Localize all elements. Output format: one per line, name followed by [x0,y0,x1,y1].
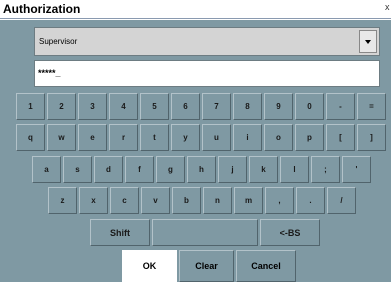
key-row2-8[interactable]: o [264,124,293,151]
key-row4-2[interactable]: c [110,187,139,214]
key-row3-2[interactable]: d [94,156,123,183]
key-row2-0[interactable]: q [16,124,45,151]
key-row3-8[interactable]: l [280,156,309,183]
key-row1-1[interactable]: 2 [47,93,76,120]
key-row1-11[interactable]: = [357,93,386,120]
key-row3-3[interactable]: f [125,156,154,183]
ok-button[interactable]: OK [122,250,177,282]
key-row3-10[interactable]: ' [342,156,371,183]
key-row2-10[interactable]: [ [326,124,355,151]
key-row1-9[interactable]: 0 [295,93,324,120]
key-row3-0[interactable]: a [32,156,61,183]
key-row4-4[interactable]: b [172,187,201,214]
key-row4-6[interactable]: m [234,187,263,214]
password-field[interactable]: *****_ [34,60,380,87]
key-row2-4[interactable]: t [140,124,169,151]
key-row1-10[interactable]: - [326,93,355,120]
window-title: Authorization [3,2,81,16]
key-row2-5[interactable]: y [171,124,200,151]
key-row3-1[interactable]: s [63,156,92,183]
key-row1-0[interactable]: 1 [16,93,45,120]
key-row4-5[interactable]: n [203,187,232,214]
chevron-down-icon [365,39,371,44]
clear-button[interactable]: Clear [179,250,234,282]
cancel-button[interactable]: Cancel [236,250,296,282]
dropdown-button[interactable] [359,30,377,53]
user-select[interactable]: Supervisor [34,27,380,56]
key-row4-9[interactable]: / [327,187,356,214]
key-row2-9[interactable]: p [295,124,324,151]
backspace-key[interactable]: <-BS [260,219,320,246]
key-row3-6[interactable]: j [218,156,247,183]
key-row1-7[interactable]: 8 [233,93,262,120]
key-row3-7[interactable]: k [249,156,278,183]
key-row3-4[interactable]: g [156,156,185,183]
key-row1-5[interactable]: 6 [171,93,200,120]
key-row4-8[interactable]: . [296,187,325,214]
key-row2-1[interactable]: w [47,124,76,151]
key-row1-4[interactable]: 5 [140,93,169,120]
key-row4-3[interactable]: v [141,187,170,214]
space-key[interactable] [152,219,258,246]
shift-key[interactable]: Shift [90,219,150,246]
close-icon[interactable]: x [385,2,391,15]
key-row2-2[interactable]: e [78,124,107,151]
key-row4-0[interactable]: z [48,187,77,214]
key-row1-3[interactable]: 4 [109,93,138,120]
title-bar: Authorization x [0,0,391,19]
key-row2-7[interactable]: i [233,124,262,151]
key-row1-6[interactable]: 7 [202,93,231,120]
key-row3-5[interactable]: h [187,156,216,183]
key-row3-9[interactable]: ; [311,156,340,183]
key-row4-1[interactable]: x [79,187,108,214]
key-row4-7[interactable]: , [265,187,294,214]
user-select-value: Supervisor [39,37,78,46]
key-row2-6[interactable]: u [202,124,231,151]
key-row2-3[interactable]: r [109,124,138,151]
key-row2-11[interactable]: ] [357,124,386,151]
key-row1-2[interactable]: 3 [78,93,107,120]
key-row1-8[interactable]: 9 [264,93,293,120]
password-value: *****_ [38,68,61,78]
